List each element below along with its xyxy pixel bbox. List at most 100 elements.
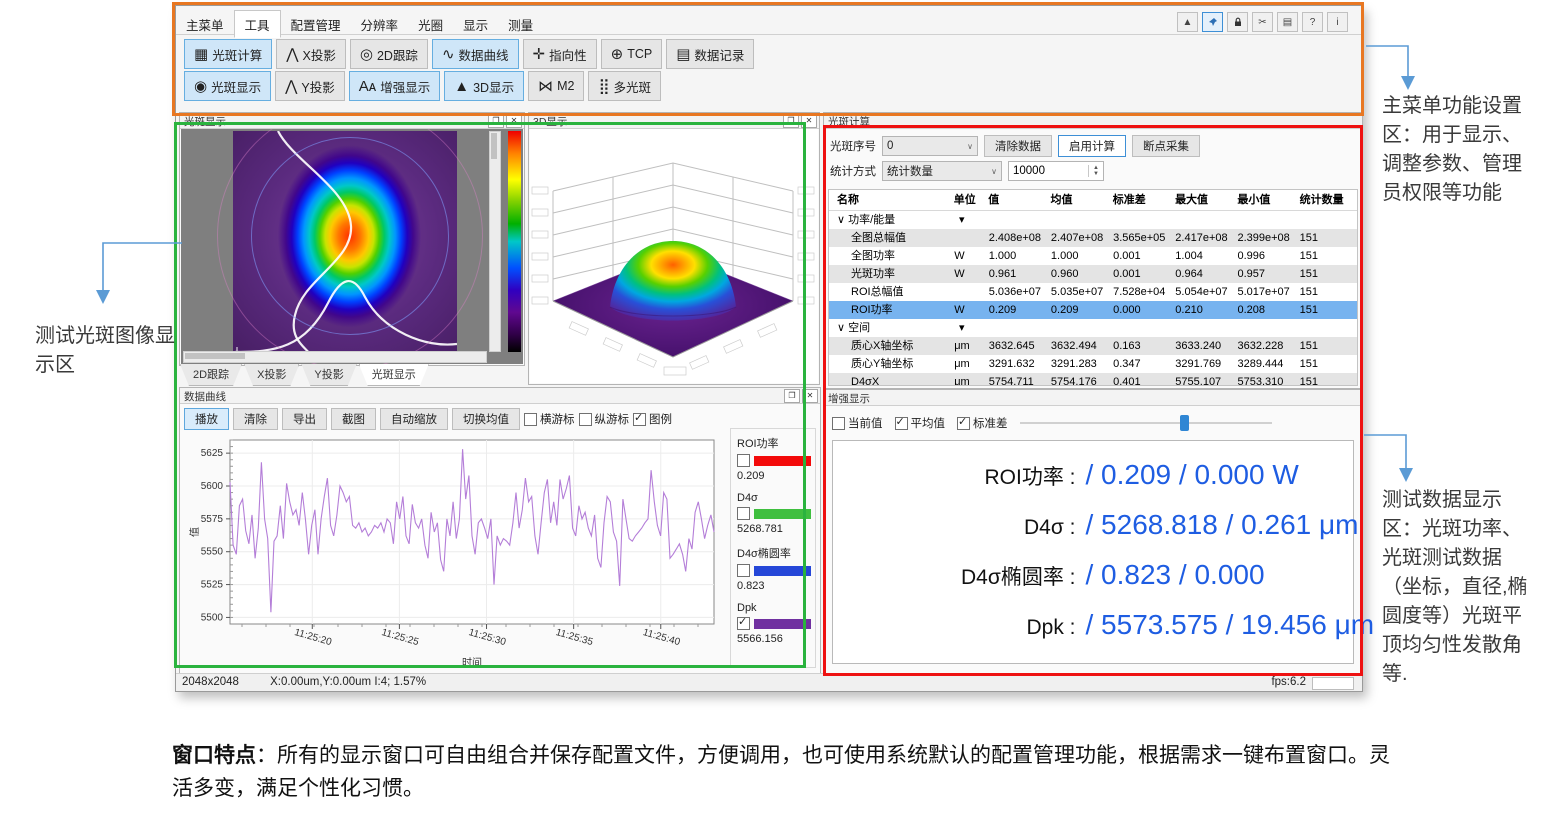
spot-index-select[interactable]: 0∨: [882, 136, 978, 156]
toolbar-button-多光斑[interactable]: ⣿多光斑: [588, 71, 661, 101]
tab-Y投影[interactable]: Y投影: [301, 364, 356, 386]
curve-button-导出[interactable]: 导出: [282, 408, 327, 430]
3d-display-panel: 3D显示 ❐ ✕: [528, 112, 820, 385]
toolbar-button-数据记录[interactable]: ▤数据记录: [666, 39, 754, 69]
beam-display-panel-title-text: 光斑显示: [184, 116, 226, 128]
float-window-icon[interactable]: ❐: [783, 114, 799, 128]
lock-icon[interactable]: [1227, 12, 1248, 32]
curve-checkbox-label: 图例: [649, 411, 672, 427]
float-window-icon[interactable]: ❐: [488, 114, 504, 128]
3d-plot-area[interactable]: [530, 129, 818, 383]
beam-vertical-scrollbar[interactable]: [489, 131, 501, 352]
column-header-单位[interactable]: 单位: [952, 190, 987, 210]
table-row[interactable]: 光斑功率W0.9610.9600.0010.9640.957151: [829, 265, 1357, 283]
beam-2d-image[interactable]: [233, 131, 457, 355]
table-row[interactable]: 质心Y轴坐标μm3291.6323291.2830.3473291.769328…: [829, 355, 1357, 373]
curve-checkbox-纵游标[interactable]: 纵游标: [579, 411, 630, 427]
toolbar-button-3D显示[interactable]: ▲3D显示: [444, 71, 524, 101]
table-row[interactable]: 全图功率W1.0001.0000.0011.0040.996151: [829, 247, 1357, 265]
curve-button-播放[interactable]: 播放: [184, 408, 229, 430]
menu-item-测量[interactable]: 测量: [498, 11, 543, 37]
collapse-arrow-icon[interactable]: ▲: [1177, 12, 1198, 32]
menu-item-工具[interactable]: 工具: [234, 10, 281, 38]
group-collapse-icon[interactable]: ▾: [957, 211, 993, 229]
tab-X投影[interactable]: X投影: [244, 364, 299, 386]
pin-icon[interactable]: [1202, 12, 1223, 32]
cut-icon[interactable]: ✂: [1252, 12, 1273, 32]
table-row[interactable]: ROI功率W0.2090.2090.0000.2100.208151: [829, 301, 1357, 319]
toolbar-button-数据曲线[interactable]: ∿数据曲线: [432, 39, 519, 69]
menu-item-分辨率[interactable]: 分辨率: [351, 11, 409, 37]
curve-button-切换均值[interactable]: 切换均值: [452, 408, 520, 430]
help-icon[interactable]: ?: [1302, 12, 1323, 32]
row-value: 5.036e+07: [987, 283, 1049, 301]
close-icon[interactable]: ✕: [802, 389, 818, 403]
legend-checkbox[interactable]: [737, 564, 750, 577]
toolbar-button-Y投影[interactable]: ⋀Y投影: [275, 71, 345, 101]
info-icon[interactable]: i: [1327, 12, 1348, 32]
curve-button-清除[interactable]: 清除: [233, 408, 278, 430]
enhanced-checkbox-平均值[interactable]: 平均值: [895, 415, 946, 431]
menu-item-光圈[interactable]: 光圈: [408, 11, 453, 37]
toolbar-button-2D跟踪[interactable]: ◎2D跟踪: [350, 39, 428, 69]
beam-horizontal-scrollbar[interactable]: [183, 351, 487, 363]
legend-checkbox[interactable]: [737, 507, 750, 520]
column-header-最小值[interactable]: 最小值: [1235, 190, 1297, 210]
curve-button-截图[interactable]: 截图: [331, 408, 376, 430]
legend-checkbox[interactable]: [737, 454, 750, 467]
calc-button-断点采集[interactable]: 断点采集: [1132, 135, 1200, 157]
tab-2D跟踪[interactable]: 2D跟踪: [180, 364, 242, 386]
group-row-空间[interactable]: ∨ 空间▾: [829, 319, 1357, 337]
toolbar-row-1: ▦光斑计算⋀X投影◎2D跟踪∿数据曲线✛指向性⊕TCP▤数据记录: [184, 39, 754, 69]
2d-track-icon: ◎: [360, 47, 373, 62]
toolbar-button-TCP[interactable]: ⊕TCP: [601, 39, 663, 69]
calc-button-启用计算[interactable]: 启用计算: [1058, 135, 1126, 157]
menu-item-显示[interactable]: 显示: [453, 11, 498, 37]
stat-count-spinner[interactable]: 10000 ▲▼: [1008, 161, 1104, 181]
enhanced-options-row: 当前值平均值标准差: [832, 414, 1272, 432]
toolbar-button-label: 光斑显示: [211, 77, 261, 96]
curve-button-自动缩放[interactable]: 自动缩放: [380, 408, 448, 430]
table-row[interactable]: D4σXμm5754.7115754.1760.4015755.1075753.…: [829, 373, 1357, 386]
toolbar-button-增强显示[interactable]: Aᴀ增强显示: [349, 71, 440, 101]
table-row[interactable]: ROI总幅值5.036e+075.035e+077.528e+045.054e+…: [829, 283, 1357, 301]
legend-current-value: 0.823: [737, 580, 811, 592]
column-header-名称[interactable]: 名称: [829, 190, 952, 210]
toolbar-button-X投影[interactable]: ⋀X投影: [276, 39, 346, 69]
enhanced-display-icon: Aᴀ: [359, 79, 376, 94]
calc-button-清除数据[interactable]: 清除数据: [984, 135, 1052, 157]
group-row-功率/能量[interactable]: ∨ 功率/能量▾: [829, 211, 1357, 229]
toolbar-button-M2[interactable]: ⋈M2: [528, 71, 584, 101]
toolbar-button-光斑显示[interactable]: ◉光斑显示: [184, 71, 271, 101]
group-collapse-icon[interactable]: ▾: [957, 319, 993, 337]
curve-checkbox-横游标[interactable]: 横游标: [524, 411, 575, 427]
menu-item-主菜单[interactable]: 主菜单: [176, 11, 234, 37]
row-value: 151: [1298, 301, 1357, 319]
enhance-slider[interactable]: [1020, 414, 1272, 432]
document-icon[interactable]: ▤: [1277, 12, 1298, 32]
column-header-最大值[interactable]: 最大值: [1173, 190, 1235, 210]
row-unit: [952, 229, 987, 247]
enhanced-checkbox-标准差[interactable]: 标准差: [957, 415, 1008, 431]
curve-checkbox-图例[interactable]: 图例: [633, 411, 672, 427]
column-header-统计数量[interactable]: 统计数量: [1298, 190, 1357, 210]
table-row[interactable]: 质心X轴坐标μm3632.6453632.4940.1633633.240363…: [829, 337, 1357, 355]
stat-mode-select[interactable]: 统计数量∨: [882, 161, 1002, 181]
column-header-值[interactable]: 值: [986, 190, 1048, 210]
toolbar-button-指向性[interactable]: ✛指向性: [523, 39, 597, 69]
close-icon[interactable]: ✕: [506, 114, 522, 128]
time-series-chart[interactable]: 55005525555055755600562511:25:2011:25:25…: [184, 434, 724, 670]
toolbar-button-光斑计算[interactable]: ▦光斑计算: [184, 39, 272, 69]
column-header-均值[interactable]: 均值: [1049, 190, 1111, 210]
menu-item-配置管理[interactable]: 配置管理: [281, 11, 351, 37]
row-value: 151: [1298, 337, 1357, 355]
close-icon[interactable]: ✕: [801, 114, 817, 128]
tab-光斑显示[interactable]: 光斑显示: [359, 364, 429, 386]
float-window-icon[interactable]: ❐: [784, 389, 800, 403]
svg-text:5525: 5525: [201, 580, 224, 591]
legend-checkbox[interactable]: [737, 617, 750, 630]
table-row[interactable]: 全图总幅值2.408e+082.407e+083.565e+052.417e+0…: [829, 229, 1357, 247]
legend-item-D4σ: D4σ5268.781: [737, 492, 811, 535]
column-header-标准差[interactable]: 标准差: [1111, 190, 1173, 210]
enhanced-checkbox-当前值[interactable]: 当前值: [832, 415, 883, 431]
